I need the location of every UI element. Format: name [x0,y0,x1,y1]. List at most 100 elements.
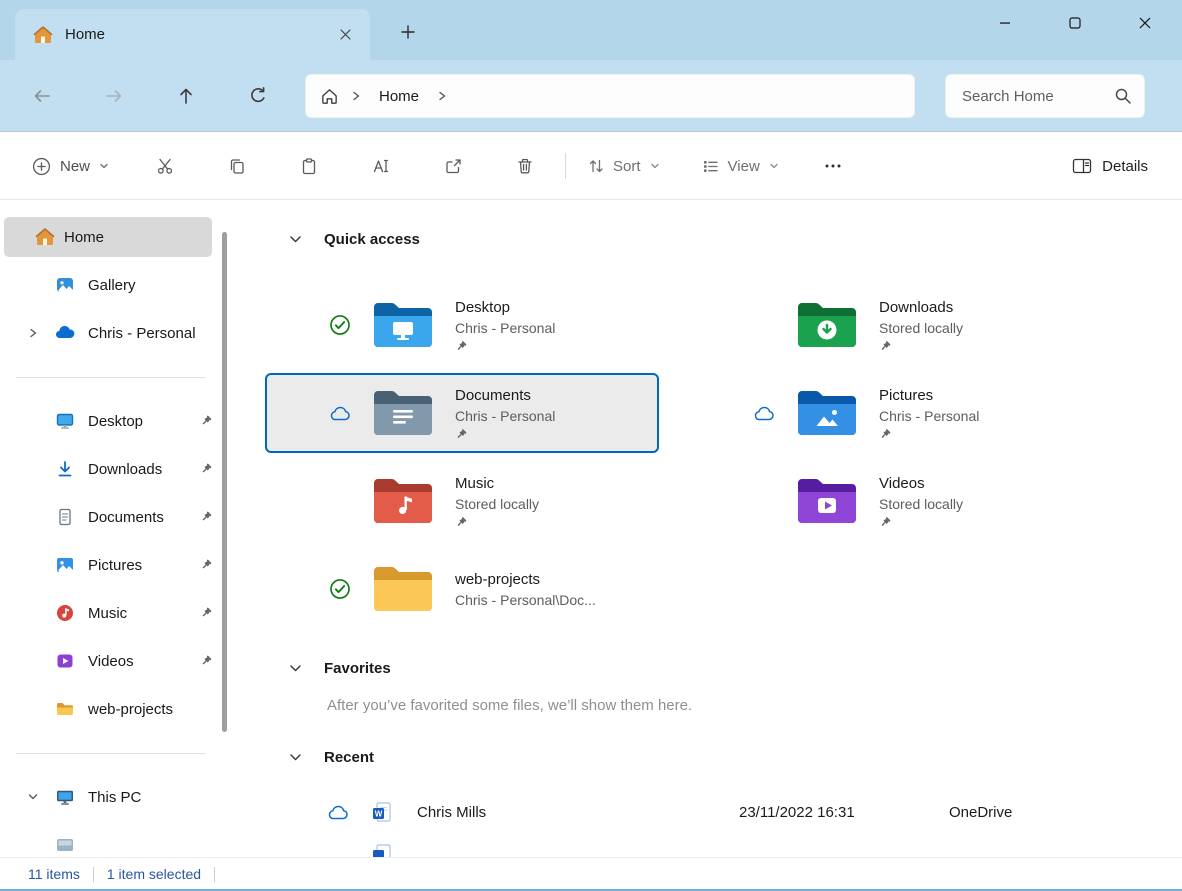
more-options-icon[interactable] [815,148,851,184]
refresh-icon[interactable] [240,78,276,114]
quick-access-item-pictures[interactable]: Pictures Chris - Personal [689,373,1083,453]
search-box[interactable] [945,74,1145,118]
sidebar-item-videos[interactable]: Videos [4,641,212,681]
details-button[interactable]: Details [1060,148,1160,184]
quick-access-item-documents[interactable]: Documents Chris - Personal [265,373,659,453]
chevron-down-icon[interactable] [289,662,302,675]
share-icon[interactable] [433,146,473,186]
sidebar-item-label: This PC [88,789,141,806]
section-title: Quick access [324,231,420,248]
tab-close-icon[interactable] [332,22,358,48]
back-icon[interactable] [24,78,60,114]
quick-access-item-desktop[interactable]: Desktop Chris - Personal [265,285,659,365]
quick-access-item-videos[interactable]: Videos Stored locally [689,461,1083,541]
section-header-favorites[interactable]: Favorites [265,659,1182,677]
status-divider [93,867,94,882]
breadcrumb-home-icon[interactable] [320,87,339,106]
section-header-quick-access[interactable]: Quick access [265,230,1182,248]
cut-icon[interactable] [145,146,185,186]
sidebar-item-web-projects[interactable]: web-projects [4,689,212,729]
toolbar-divider [565,153,566,179]
plus-circle-icon [32,157,51,176]
pin-icon [879,516,963,529]
recent-file-row[interactable]: W Chris Mills 23/11/2022 16:31 OneDrive [265,792,1182,832]
tile-info: Documents Chris - Personal [455,385,555,441]
close-window-button[interactable] [1123,6,1167,40]
music-folder-icon [371,475,435,527]
sidebar-item-pictures[interactable]: Pictures [4,545,212,585]
quick-access-item-music[interactable]: Music Stored locally [265,461,659,541]
new-button[interactable]: New [22,149,119,184]
pin-icon [879,428,979,441]
chevron-down-icon[interactable] [289,233,302,246]
pin-icon [200,511,212,523]
sync-ok-icon [327,314,353,336]
downloads-folder-icon [795,299,859,351]
file-list-panel: Quick access Desktop Chris - Personal [232,200,1182,857]
sidebar-scrollbar[interactable] [222,232,227,732]
sort-button[interactable]: Sort [580,150,668,183]
sidebar-item-home[interactable]: Home [4,217,212,257]
desktop-icon [54,410,76,432]
details-pane-icon [1072,156,1092,176]
music-icon [54,602,76,624]
section-header-recent[interactable]: Recent [265,748,1182,766]
copy-icon[interactable] [217,146,257,186]
chevron-down-icon[interactable] [289,751,302,764]
chevron-down-icon [650,161,660,171]
up-icon[interactable] [168,78,204,114]
this-pc-icon [54,786,76,808]
sidebar-item-this-pc[interactable]: This PC [4,777,212,817]
chevron-down-icon [769,161,779,171]
cloud-status-icon [327,405,353,422]
chevron-down-icon[interactable] [22,792,44,802]
gallery-icon [54,274,76,296]
documents-folder-icon [371,387,435,439]
sidebar-item-desktop[interactable]: Desktop [4,401,212,441]
item-subtitle: Stored locally [879,318,963,338]
view-button[interactable]: View [694,150,787,183]
sidebar-item-onedrive[interactable]: Chris - Personal [4,313,212,353]
tile-info: Music Stored locally [455,473,539,529]
new-tab-button[interactable] [394,18,422,46]
word-document-icon: W [371,801,393,823]
rename-icon[interactable] [361,146,401,186]
search-icon[interactable] [1114,87,1132,105]
item-subtitle: Chris - Personal [879,406,979,426]
pin-icon [455,428,555,441]
folder-icon [54,698,76,720]
delete-icon[interactable] [505,146,545,186]
breadcrumb[interactable]: Home [305,74,915,118]
sidebar-item-downloads[interactable]: Downloads [4,449,212,489]
minimize-button[interactable] [983,6,1027,40]
search-input[interactable] [962,88,1102,105]
item-subtitle: Chris - Personal [455,406,555,426]
pin-icon [200,415,212,427]
sidebar-item-label: Documents [88,509,164,526]
pin-icon [200,559,212,571]
pin-icon [879,340,963,353]
sidebar-item-label: Desktop [88,413,143,430]
pin-icon [200,655,212,667]
item-name: Documents [455,385,555,406]
quick-access-item-web-projects[interactable]: web-projects Chris - Personal\Doc... [265,549,659,629]
chevron-right-icon[interactable] [22,328,44,338]
navigation-bar: Home [0,60,1182,132]
quick-access-item-downloads[interactable]: Downloads Stored locally [689,285,1083,365]
paste-icon[interactable] [289,146,329,186]
tile-info: Pictures Chris - Personal [879,385,979,441]
chevron-right-icon[interactable] [437,91,447,101]
breadcrumb-item-home[interactable]: Home [373,88,425,105]
item-subtitle: Chris - Personal [455,318,555,338]
content-area: Home Gallery Chris - Personal Desktop [0,200,1182,857]
sidebar-item-partial[interactable] [4,825,212,857]
item-subtitle: Stored locally [455,494,539,514]
recent-file-row-partial[interactable] [265,834,1182,857]
sidebar-item-music[interactable]: Music [4,593,212,633]
sidebar-item-gallery[interactable]: Gallery [4,265,212,305]
forward-icon[interactable] [96,78,132,114]
maximize-button[interactable] [1053,6,1097,40]
desktop-folder-icon [371,299,435,351]
sidebar-item-documents[interactable]: Documents [4,497,212,537]
tab-home[interactable]: Home [15,9,370,60]
